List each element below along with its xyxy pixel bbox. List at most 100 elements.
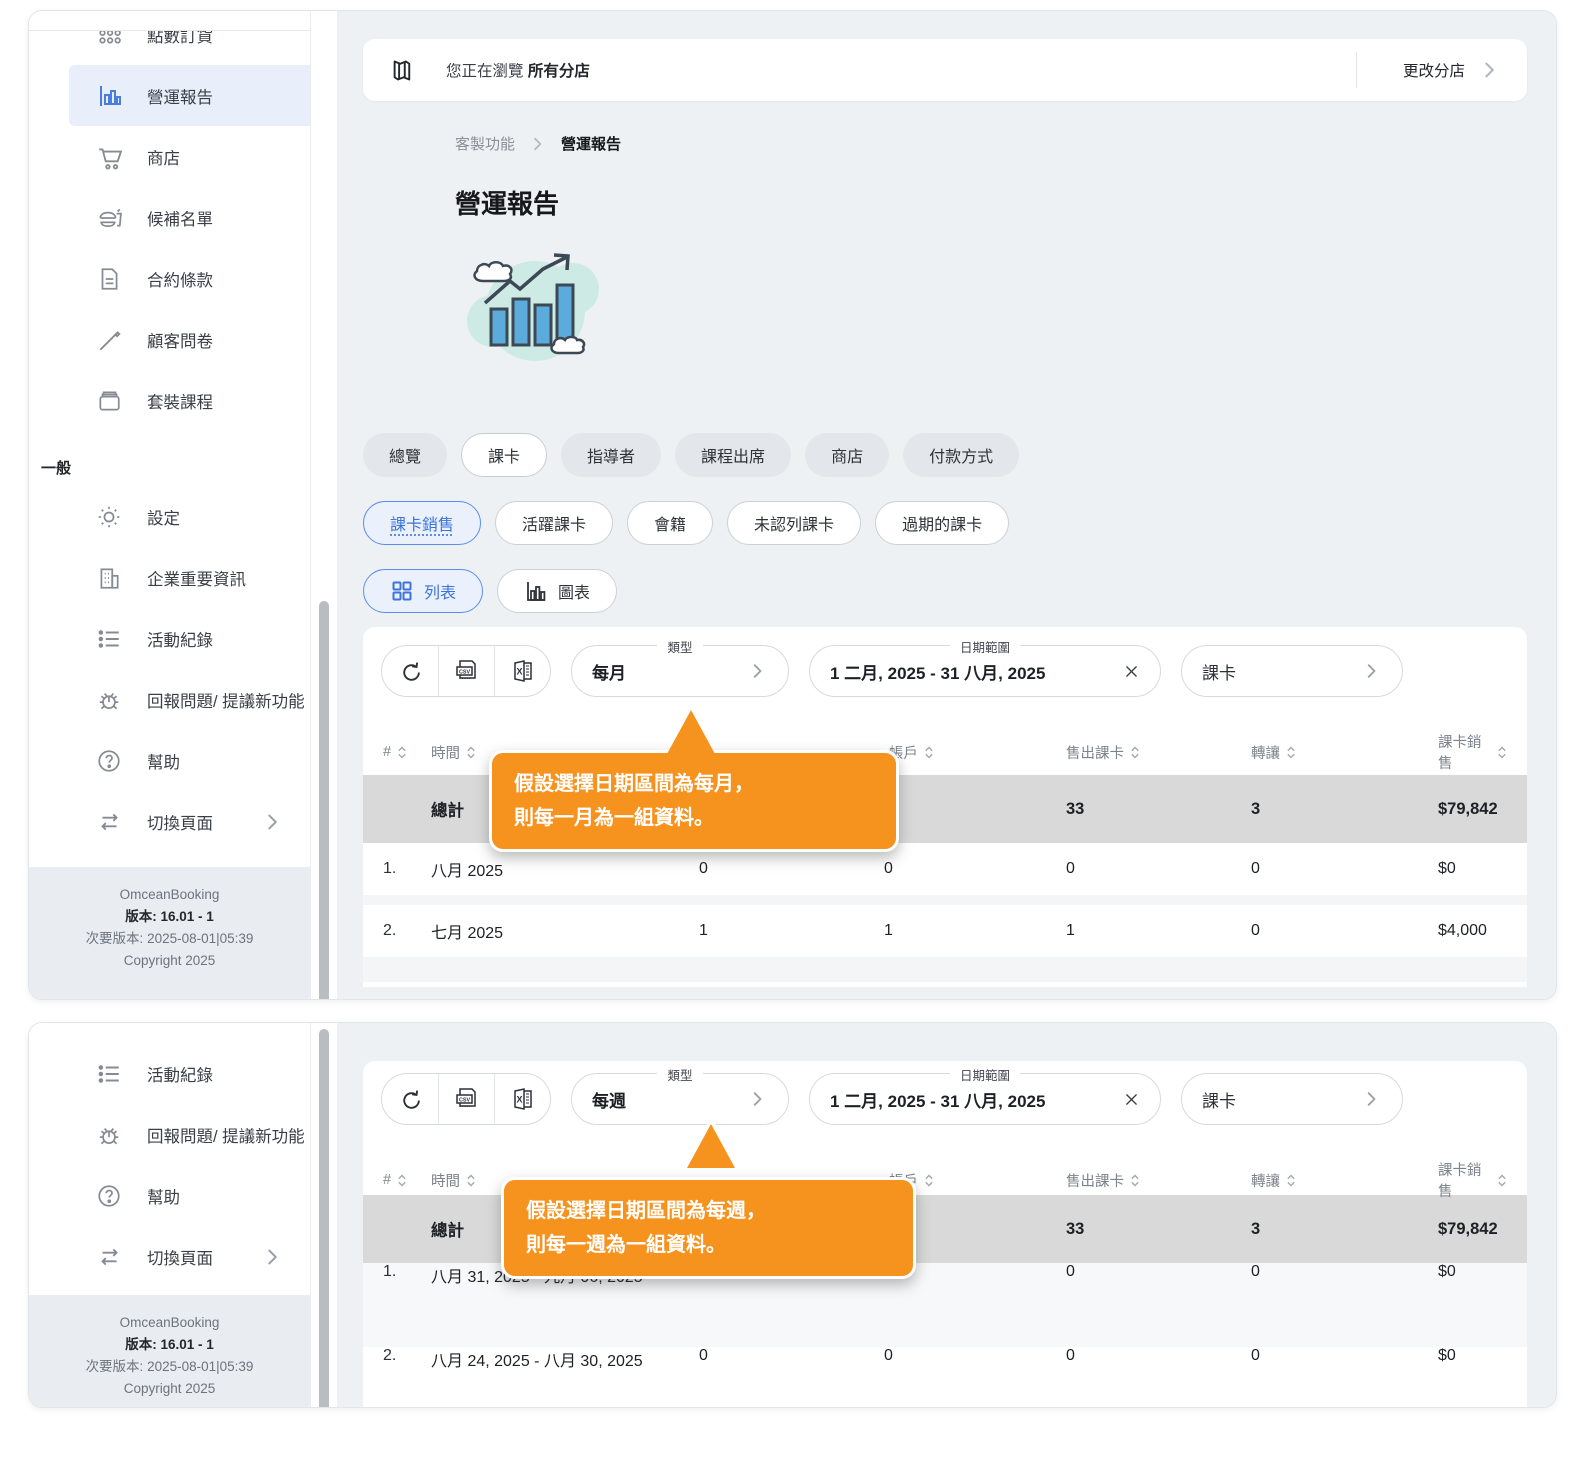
column-header-sales[interactable]: 課卡銷售 [1438, 731, 1507, 773]
tooltip-monthly: 假設選擇日期區間為每月， 則每一月為一組資料。 [489, 705, 899, 852]
export-csv-button[interactable]: CSV [438, 1074, 494, 1124]
subtab-active-cards[interactable]: 活躍課卡 [495, 501, 613, 545]
clear-date-range-button[interactable] [1123, 1091, 1140, 1108]
date-range-field[interactable]: 日期範圍 1 二月, 2025 - 31 八月, 2025 [809, 645, 1161, 697]
tooltip-weekly: 假設選擇日期區間為每週， 則每一週為一組資料。 [501, 1119, 916, 1279]
sort-icon [1130, 1174, 1140, 1187]
breadcrumb-current: 營運報告 [561, 133, 621, 154]
column-header-sold[interactable]: 售出課卡 [1066, 1170, 1251, 1191]
sidebar-scrollbar-track [311, 1023, 337, 1407]
subtab-expired-cards[interactable]: 過期的課卡 [875, 501, 1009, 545]
refresh-button[interactable] [382, 1074, 438, 1124]
sidebar: 活動紀錄 回報問題/ 提議新功能 幫助 切換頁面 OmceanBooking 版… [29, 1023, 311, 1407]
browsing-text: 您正在瀏覽 所有分店 [446, 59, 590, 81]
tab-shop[interactable]: 商店 [805, 433, 889, 477]
column-header-sales[interactable]: 課卡銷售 [1438, 1159, 1507, 1201]
sidebar-item-package-courses[interactable]: 套裝課程 [69, 370, 310, 431]
export-excel-button[interactable]: X [494, 646, 550, 696]
sidebar-item-help[interactable]: 幫助 [69, 730, 310, 791]
sidebar-item-settings[interactable]: 設定 [69, 486, 310, 547]
tab-instructors[interactable]: 指導者 [561, 433, 661, 477]
sort-icon [466, 1174, 476, 1187]
sidebar-item-shop[interactable]: 商店 [69, 126, 310, 187]
cart-icon [95, 143, 123, 171]
date-range-value: 1 二月, 2025 - 31 八月, 2025 [830, 659, 1045, 684]
sidebar-item-company-info[interactable]: 企業重要資訊 [69, 547, 310, 608]
sidebar-item-report-issue[interactable]: 回報問題/ 提議新功能 [69, 669, 310, 730]
report-tabs: 總覽 課卡 指導者 課程出席 商店 付款方式 [363, 433, 1527, 477]
sidebar-item-label: 顧客問卷 [147, 328, 213, 352]
subtab-unrecognized-cards[interactable]: 未認列課卡 [727, 501, 861, 545]
chevron-right-icon [529, 135, 547, 153]
tab-overview[interactable]: 總覽 [363, 433, 447, 477]
sidebar-footer: OmceanBooking 版本: 16.01 - 1 次要版本: 2025-0… [29, 867, 310, 999]
sidebar-item-help[interactable]: 幫助 [69, 1165, 310, 1226]
sidebar-item-points-orders[interactable]: 點數訂貨 [69, 31, 310, 65]
sidebar-item-waitlist[interactable]: 候補名單 [69, 187, 310, 248]
tab-course-cards[interactable]: 課卡 [461, 433, 547, 477]
sidebar-item-customer-survey[interactable]: 顧客問卷 [69, 309, 310, 370]
sidebar-item-activity-log[interactable]: 活動紀錄 [69, 608, 310, 669]
help-icon [95, 747, 123, 775]
clear-date-range-button[interactable] [1123, 663, 1140, 680]
page-title: 營運報告 [455, 184, 1527, 221]
sidebar-item-label: 幫助 [147, 749, 180, 773]
sidebar-item-operation-report[interactable]: 營運報告 [69, 65, 310, 126]
sidebar-item-label: 設定 [147, 505, 180, 529]
export-excel-button[interactable]: X [494, 1074, 550, 1124]
column-header-num[interactable]: # [383, 744, 431, 760]
chevron-right-icon [748, 1089, 768, 1109]
subtab-membership[interactable]: 會籍 [627, 501, 713, 545]
sidebar-nav: 點數訂貨 營運報告 商店 候補名單 合約條款 顧客問卷 [29, 31, 310, 852]
svg-text:CSV: CSV [458, 1098, 469, 1104]
change-branch-button[interactable]: 更改分店 [1403, 59, 1501, 81]
sort-icon [1497, 746, 1507, 759]
export-csv-button[interactable]: CSV [438, 646, 494, 696]
table-row: 2. 八月 24, 2025 - 八月 30, 2025 0 0 0 0 $0 [363, 1347, 1527, 1407]
card-filter-dropdown[interactable]: 課卡 [1181, 645, 1403, 697]
type-dropdown[interactable]: 類型 每週 [571, 1073, 789, 1125]
sidebar-item-label: 活動紀錄 [147, 1062, 213, 1086]
type-dropdown[interactable]: 類型 每月 [571, 645, 789, 697]
app-name: OmceanBooking [29, 884, 310, 906]
app-minor-version: 次要版本: 2025-08-01|05:39 [29, 1356, 310, 1378]
chevron-right-icon [748, 661, 768, 681]
sidebar-item-label: 回報問題/ 提議新功能 [147, 1123, 305, 1147]
subtab-card-sales[interactable]: 課卡銷售 [363, 501, 481, 545]
date-range-field[interactable]: 日期範圍 1 二月, 2025 - 31 八月, 2025 [809, 1073, 1161, 1125]
bar-chart-icon [95, 82, 123, 110]
breadcrumb-parent[interactable]: 客製功能 [455, 133, 515, 154]
sidebar-item-activity-log[interactable]: 活動紀錄 [69, 1043, 310, 1104]
refresh-button[interactable] [382, 646, 438, 696]
sort-icon [397, 1174, 407, 1187]
report-subtabs: 課卡銷售 活躍課卡 會籍 未認列課卡 過期的課卡 [363, 501, 1527, 545]
column-header-account[interactable]: -帳戶 [884, 742, 1066, 763]
column-header-sold[interactable]: 售出課卡 [1066, 742, 1251, 763]
card-filter-value: 課卡 [1202, 659, 1236, 684]
sidebar-item-label: 活動紀錄 [147, 627, 213, 651]
tab-class-attendance[interactable]: 課程出席 [675, 433, 791, 477]
document-icon [95, 265, 123, 293]
sidebar-item-contract-terms[interactable]: 合約條款 [69, 248, 310, 309]
total-sales: $79,842 [1438, 800, 1507, 819]
view-list-button[interactable]: 列表 [363, 569, 483, 613]
clipped-next-row [363, 967, 1527, 982]
view-chart-button[interactable]: 圖表 [497, 569, 617, 613]
column-header-num[interactable]: # [383, 1172, 431, 1188]
sidebar-item-switch-page[interactable]: 切換頁面 [69, 791, 310, 852]
card-filter-dropdown[interactable]: 課卡 [1181, 1073, 1403, 1125]
sidebar-item-switch-page[interactable]: 切換頁面 [69, 1226, 310, 1287]
type-value: 每週 [592, 1087, 626, 1112]
column-header-transfer[interactable]: 轉讓 [1251, 1170, 1438, 1191]
tab-payment-methods[interactable]: 付款方式 [903, 433, 1019, 477]
sidebar-item-report-issue[interactable]: 回報問題/ 提議新功能 [69, 1104, 310, 1165]
sort-icon [1130, 746, 1140, 759]
sidebar-scrollbar-thumb[interactable] [319, 1029, 329, 1408]
chart-icon [524, 579, 548, 603]
sidebar-scrollbar-thumb[interactable] [319, 601, 329, 1000]
bug-icon [95, 686, 123, 714]
column-header-transfer[interactable]: 轉讓 [1251, 742, 1438, 763]
export-button-group: CSV X [381, 1073, 551, 1125]
sidebar-item-label: 切換頁面 [147, 810, 213, 834]
sidebar-item-label: 候補名單 [147, 206, 213, 230]
